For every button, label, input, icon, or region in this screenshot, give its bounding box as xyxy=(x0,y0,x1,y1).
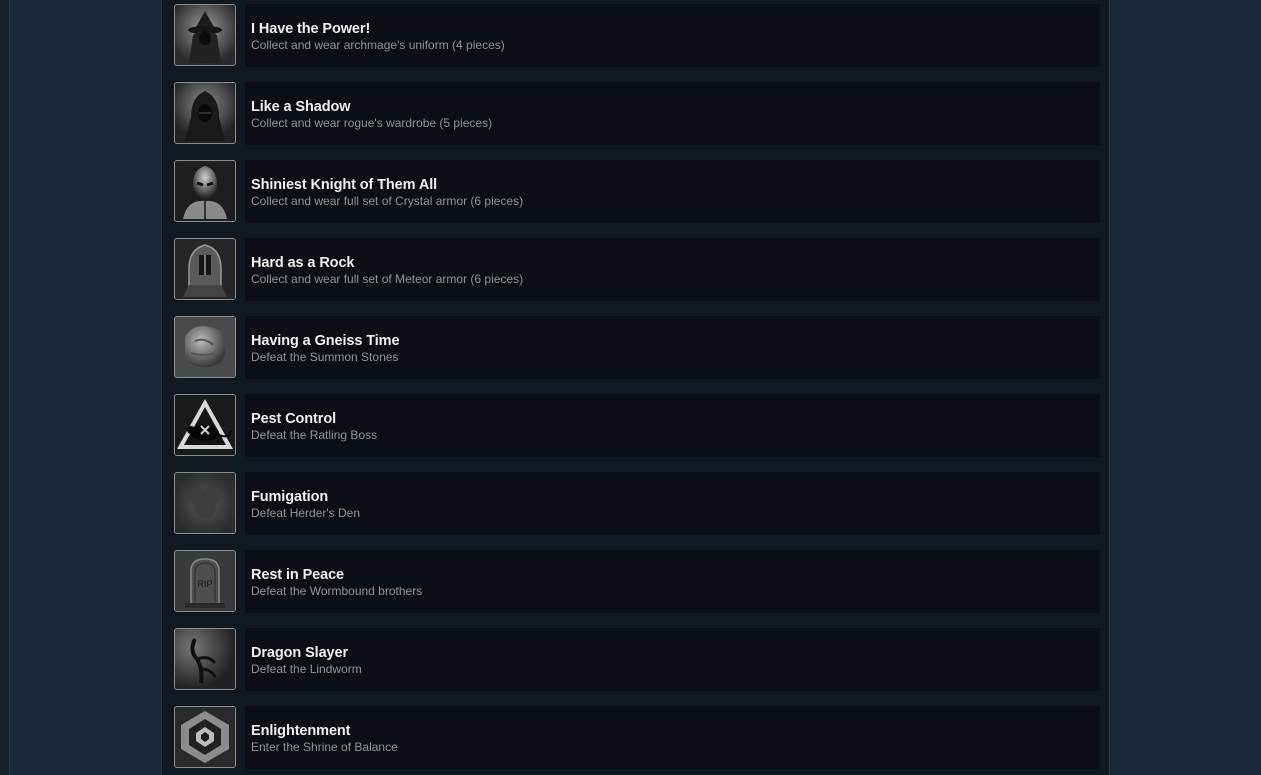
achievement-card: Enlightenment Enter the Shrine of Balanc… xyxy=(245,706,1100,769)
achievement-description: Collect and wear archmage's uniform (4 p… xyxy=(251,38,505,52)
achievement-card: Like a Shadow Collect and wear rogue's w… xyxy=(245,82,1100,145)
achievement-card: Shiniest Knight of Them All Collect and … xyxy=(245,160,1100,223)
achievement-card: Pest Control Defeat the Ratling Boss xyxy=(245,394,1100,457)
achievement-row: Fumigation Defeat Herder's Den xyxy=(174,472,1100,536)
achievement-card: Having a Gneiss Time Defeat the Summon S… xyxy=(245,316,1100,379)
achievement-row: Pest Control Defeat the Ratling Boss xyxy=(174,394,1100,458)
achievement-card: Fumigation Defeat Herder's Den xyxy=(245,472,1100,535)
tombstone-icon: RIP xyxy=(174,550,236,612)
achievement-row: Shiniest Knight of Them All Collect and … xyxy=(174,160,1100,224)
achievement-title: Having a Gneiss Time xyxy=(251,333,400,349)
achievement-card: Dragon Slayer Defeat the Lindworm xyxy=(245,628,1100,691)
achievement-title: Dragon Slayer xyxy=(251,645,349,661)
achievement-description: Enter the Shrine of Balance xyxy=(251,740,398,754)
crystal-knight-icon xyxy=(174,160,236,222)
achievement-card: Rest in Peace Defeat the Wormbound broth… xyxy=(245,550,1100,613)
achievement-row: I Have the Power! Collect and wear archm… xyxy=(174,4,1100,68)
rat-warning-icon xyxy=(174,394,236,456)
achievement-title: Rest in Peace xyxy=(251,567,344,583)
dragon-claw-icon xyxy=(174,628,236,690)
achievements-panel: I Have the Power! Collect and wear archm… xyxy=(161,0,1110,775)
achievement-card: Hard as a Rock Collect and wear full set… xyxy=(245,238,1100,301)
smoke-cloud-icon xyxy=(174,472,236,534)
achievement-title: Hard as a Rock xyxy=(251,255,355,271)
achievement-row: Like a Shadow Collect and wear rogue's w… xyxy=(174,82,1100,146)
achievement-description: Defeat the Ratling Boss xyxy=(251,428,378,442)
shrine-crystal-icon xyxy=(174,706,236,768)
achievement-title: I Have the Power! xyxy=(251,21,371,37)
left-page-edge xyxy=(0,0,10,775)
achievement-description: Defeat the Summon Stones xyxy=(251,350,399,364)
meteor-helmet-icon xyxy=(174,238,236,300)
wizard-hat-icon xyxy=(174,4,236,66)
achievement-title: Like a Shadow xyxy=(251,99,351,115)
achievement-description: Defeat the Lindworm xyxy=(251,662,362,676)
achievement-title: Fumigation xyxy=(251,489,329,505)
achievement-title: Pest Control xyxy=(251,411,337,427)
achievement-row: Dragon Slayer Defeat the Lindworm xyxy=(174,628,1100,692)
achievement-row: Enlightenment Enter the Shrine of Balanc… xyxy=(174,706,1100,770)
hooded-rogue-icon xyxy=(174,82,236,144)
achievement-title: Shiniest Knight of Them All xyxy=(251,177,438,193)
achievement-description: Collect and wear full set of Crystal arm… xyxy=(251,194,524,208)
achievement-title: Enlightenment xyxy=(251,723,351,739)
achievement-description: Defeat Herder's Den xyxy=(251,506,361,520)
achievement-card: I Have the Power! Collect and wear archm… xyxy=(245,4,1100,67)
achievement-description: Defeat the Wormbound brothers xyxy=(251,584,423,598)
stone-golem-icon xyxy=(174,316,236,378)
achievement-description: Collect and wear rogue's wardrobe (5 pie… xyxy=(251,116,493,130)
achievement-row: Hard as a Rock Collect and wear full set… xyxy=(174,238,1100,302)
achievement-description: Collect and wear full set of Meteor armo… xyxy=(251,272,524,286)
achievement-row: Having a Gneiss Time Defeat the Summon S… xyxy=(174,316,1100,380)
svg-text:RIP: RIP xyxy=(197,579,212,589)
achievement-row: RIP Rest in Peace Defeat the Wormbound b… xyxy=(174,550,1100,614)
